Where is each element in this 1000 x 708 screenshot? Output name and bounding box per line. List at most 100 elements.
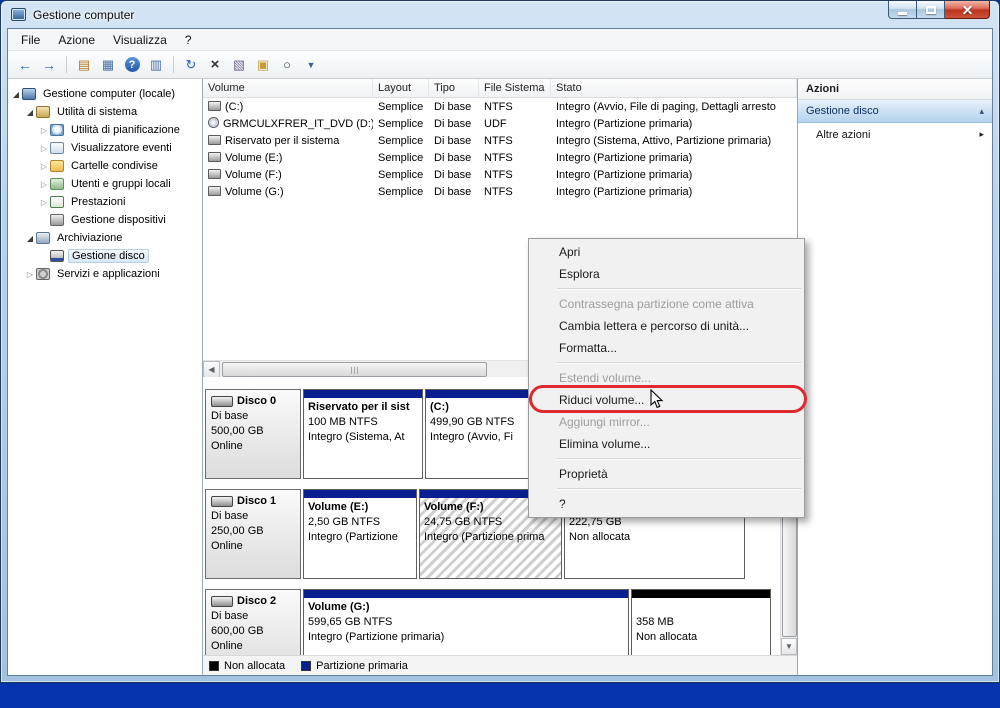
tree-item-utilita-di-sistema[interactable]: Utilità di sistema (8, 103, 202, 121)
disk-management-icon (50, 250, 64, 262)
tree-item-utilita-pianificazione[interactable]: Utilità di pianificazione (8, 121, 202, 139)
tree-item-prestazioni[interactable]: Prestazioni (8, 193, 202, 211)
minimize-button[interactable] (888, 1, 917, 19)
export-list-icon[interactable]: ▦ (97, 54, 119, 76)
column-header-stato[interactable]: Stato (551, 79, 797, 97)
partition-e[interactable]: Volume (E:) 2,50 GB NTFS Integro (Partiz… (303, 489, 417, 579)
tree-item-utenti-gruppi[interactable]: Utenti e gruppi locali (8, 175, 202, 193)
expander-icon[interactable] (10, 90, 22, 99)
titlebar[interactable]: Gestione computer (1, 1, 999, 28)
desktop: Gestione computer File Azione Visualizza… (0, 0, 1000, 708)
partition-size: 358 MB (636, 616, 674, 628)
volume-row-d[interactable]: GRMCULXFRER_IT_DVD (D:) Semplice Di base… (203, 115, 797, 132)
expander-icon[interactable] (38, 126, 50, 135)
drive-icon (208, 185, 221, 196)
disk-size: 600,00 GB (211, 625, 264, 637)
partition-color-bar (304, 590, 628, 598)
volume-row-g[interactable]: Volume (G:) Semplice Di base NTFS Integr… (203, 183, 797, 200)
collapse-icon[interactable] (979, 106, 984, 117)
section-label: Gestione disco (806, 105, 879, 117)
services-icon (36, 268, 50, 280)
cell-filesystem: NTFS (484, 168, 513, 181)
tree-item-label: Utenti e gruppi locali (71, 178, 171, 190)
forward-icon[interactable]: → (38, 54, 60, 76)
volume-row-riservato[interactable]: Riservato per il sistema Semplice Di bas… (203, 132, 797, 149)
system-tools-icon (36, 106, 50, 118)
column-header-filesystem[interactable]: File Sistema (479, 79, 551, 97)
tree-item-label: Gestione computer (locale) (43, 88, 176, 100)
volume-row-f[interactable]: Volume (F:) Semplice Di base NTFS Integr… (203, 166, 797, 183)
expander-icon[interactable] (24, 270, 36, 279)
menu-help[interactable]: ? (176, 31, 201, 49)
partition-size: 2,50 GB NTFS (308, 516, 381, 528)
help-icon[interactable]: ? (121, 54, 143, 76)
expander-icon[interactable] (38, 198, 50, 207)
partition-status: Non allocata (569, 531, 631, 543)
maximize-button[interactable] (917, 1, 945, 19)
partition-riservato-sistema[interactable]: Riservato per il sist 100 MB NTFS Integr… (303, 389, 423, 479)
scrollbar-thumb[interactable] (222, 361, 487, 377)
storage-icon (36, 232, 50, 244)
expander-icon[interactable] (24, 234, 36, 243)
tree-item-archiviazione[interactable]: Archiviazione (8, 229, 202, 247)
highlight-annotation (529, 385, 807, 413)
expander-icon[interactable] (38, 162, 50, 171)
disk-label-disco-2[interactable]: Disco 2 Di base 600,00 GB Online (205, 589, 301, 655)
unallocated-space-disk2[interactable]: 358 MB Non allocata (631, 589, 771, 655)
tree-item-visualizzatore-eventi[interactable]: Visualizzatore eventi (8, 139, 202, 157)
back-icon[interactable]: ← (14, 54, 36, 76)
cell-tipo: Di base (434, 185, 472, 198)
menu-separator (529, 359, 804, 367)
tree-item-cartelle-condivise[interactable]: Cartelle condivise (8, 157, 202, 175)
volume-list-header: Volume Layout Tipo File Sistema Stato (203, 79, 797, 98)
show-console-tree-icon[interactable]: ▤ (73, 54, 95, 76)
context-menu-item-esplora[interactable]: Esplora (529, 263, 804, 285)
context-menu-item-proprieta[interactable]: Proprietà (529, 463, 804, 485)
disk-type: Di base (211, 610, 249, 622)
context-menu-item-apri[interactable]: Apri (529, 241, 804, 263)
menu-visualizza[interactable]: Visualizza (104, 31, 176, 49)
volume-row-e[interactable]: Volume (E:) Semplice Di base NTFS Integr… (203, 149, 797, 166)
disk-name: Disco 1 (237, 495, 277, 507)
close-button[interactable] (945, 1, 990, 19)
partition-color-bar (304, 490, 416, 498)
open-icon[interactable]: ▣ (252, 54, 274, 76)
menu-file[interactable]: File (12, 31, 49, 49)
performance-icon (50, 196, 64, 208)
column-header-tipo[interactable]: Tipo (429, 79, 479, 97)
tree-item-label: Prestazioni (71, 196, 126, 208)
context-menu-item-help[interactable]: ? (529, 493, 804, 515)
column-header-layout[interactable]: Layout (373, 79, 429, 97)
filter-icon[interactable]: ▼ (300, 54, 322, 76)
volume-row-c[interactable]: (C:) Semplice Di base NTFS Integro (Avvi… (203, 98, 797, 115)
properties-icon[interactable]: ▧ (228, 54, 250, 76)
refresh-icon[interactable]: ↻ (180, 54, 202, 76)
context-menu-item-aggiungi-mirror: Aggiungi mirror... (559, 415, 650, 429)
window-title: Gestione computer (33, 7, 135, 22)
context-menu-item-cambia-lettera[interactable]: Cambia lettera e percorso di unità... (529, 315, 804, 337)
find-icon[interactable]: ○ (276, 54, 298, 76)
show-action-pane-icon[interactable]: ▥ (145, 54, 167, 76)
delete-icon[interactable]: × (204, 54, 226, 76)
expander-icon[interactable] (24, 108, 36, 117)
menu-azione[interactable]: Azione (49, 31, 104, 49)
tree-item-gestione-dispositivi[interactable]: Gestione dispositivi (8, 211, 202, 229)
scroll-down-icon[interactable] (781, 638, 797, 655)
tree-item-label: Archiviazione (57, 232, 123, 244)
context-menu-item-formatta[interactable]: Formatta... (529, 337, 804, 359)
cell-tipo: Di base (434, 117, 472, 130)
tree-item-gestione-disco[interactable]: Gestione disco (8, 247, 202, 265)
tree-item-servizi-applicazioni[interactable]: Servizi e applicazioni (8, 265, 202, 283)
column-header-volume[interactable]: Volume (203, 79, 373, 97)
partition-title: Volume (E:) (308, 501, 369, 513)
disk-label-disco-1[interactable]: Disco 1 Di base 250,00 GB Online (205, 489, 301, 579)
disk-label-disco-0[interactable]: Disco 0 Di base 500,00 GB Online (205, 389, 301, 479)
context-menu-item-elimina-volume[interactable]: Elimina volume... (529, 433, 804, 455)
tree-item-gestione-computer[interactable]: Gestione computer (locale) (8, 85, 202, 103)
partition-g[interactable]: Volume (G:) 599,65 GB NTFS Integro (Part… (303, 589, 629, 655)
expander-icon[interactable] (38, 180, 50, 189)
expander-icon[interactable] (38, 144, 50, 153)
scroll-left-icon[interactable] (203, 360, 220, 378)
actions-section-gestione-disco[interactable]: Gestione disco (798, 100, 992, 123)
actions-item-altre-azioni[interactable]: Altre azioni (798, 123, 992, 146)
